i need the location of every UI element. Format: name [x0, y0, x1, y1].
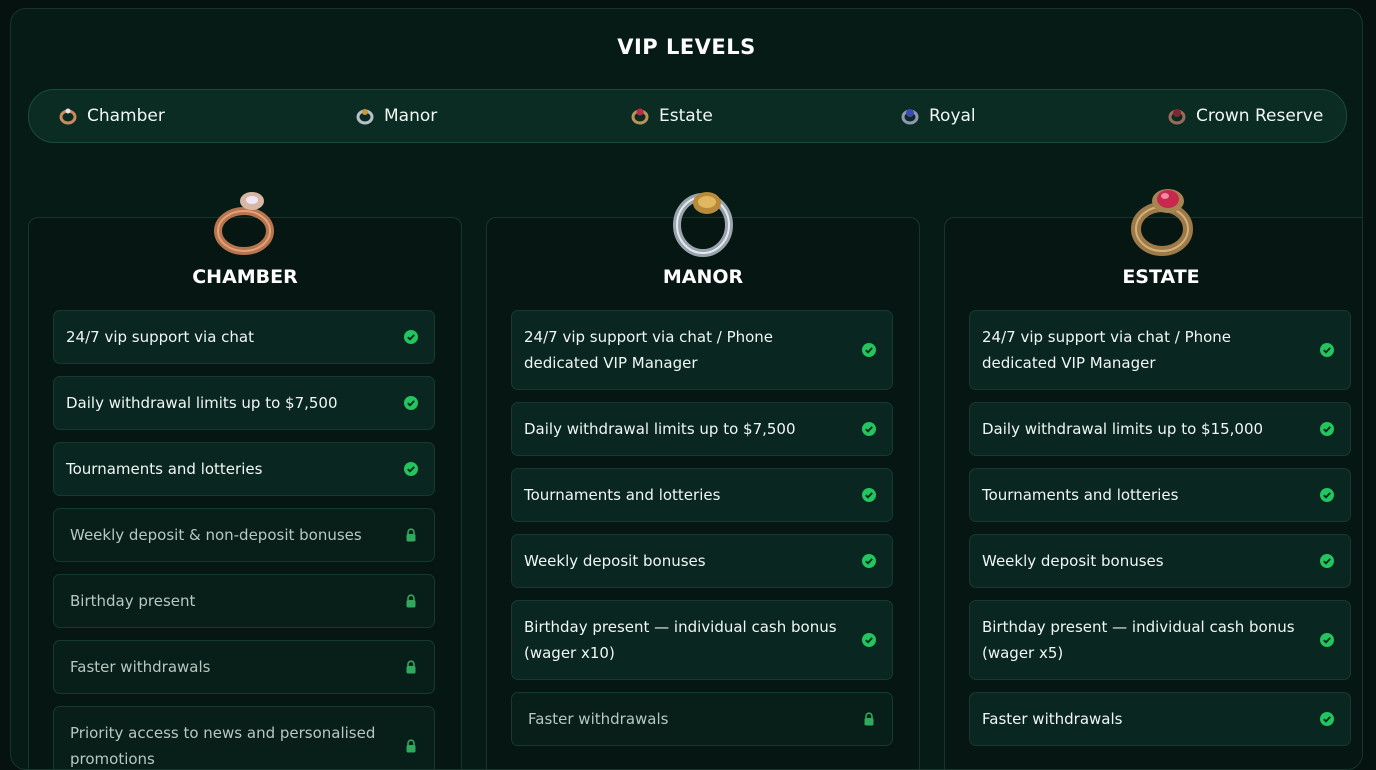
lock-icon	[406, 739, 416, 753]
feature-item: Daily withdrawal limits up to $7,500	[53, 376, 435, 430]
lock-icon	[406, 594, 416, 608]
tab-manor[interactable]: Manor	[356, 90, 437, 142]
feature-item: Birthday present — individual cash bonus…	[969, 600, 1351, 680]
tab-label: Manor	[384, 106, 438, 126]
feature-item: Birthday present	[53, 574, 435, 628]
royal-ring-icon	[901, 109, 919, 125]
feature-text: Tournaments and lotteries	[982, 486, 1179, 504]
tab-label: Royal	[929, 106, 976, 126]
feature-text: Daily withdrawal limits up to $7,500	[524, 420, 796, 438]
feature-item: Tournaments and lotteries	[53, 442, 435, 496]
feature-text: Daily withdrawal limits up to $7,500	[66, 394, 338, 412]
manor-ring-icon	[673, 192, 733, 257]
check-icon	[862, 422, 876, 436]
page-title: VIP LEVELS	[617, 35, 756, 59]
feature-item: Tournaments and lotteries	[969, 468, 1351, 522]
tab-label: Crown Reserve	[1196, 106, 1324, 126]
check-icon	[1320, 712, 1334, 726]
feature-text: 24/7 vip support via chat / Phone dedica…	[524, 328, 774, 372]
check-icon	[862, 554, 876, 568]
feature-item: 24/7 vip support via chat	[53, 310, 435, 364]
feature-text: Tournaments and lotteries	[524, 486, 721, 504]
tab-label: Estate	[659, 106, 713, 126]
feature-text: Birthday present	[70, 592, 196, 610]
feature-item: Weekly deposit bonuses	[511, 534, 893, 588]
feature-text: Birthday present — individual cash bonus…	[524, 618, 837, 662]
feature-item: Weekly deposit bonuses	[969, 534, 1351, 588]
card-title: CHAMBER	[192, 266, 298, 288]
feature-text: Tournaments and lotteries	[66, 460, 263, 478]
check-icon	[862, 633, 876, 647]
feature-text: Weekly deposit & non-deposit bonuses	[70, 526, 362, 544]
feature-item: Faster withdrawals	[53, 640, 435, 694]
feature-item: Tournaments and lotteries	[511, 468, 893, 522]
estate-ring-icon	[631, 108, 649, 125]
feature-text: Priority access to news and personalised…	[70, 724, 376, 768]
feature-text: 24/7 vip support via chat	[66, 328, 254, 346]
tab-label: Chamber	[87, 106, 165, 126]
feature-text: Weekly deposit bonuses	[524, 552, 706, 570]
tab-crown-reserve[interactable]: Crown Reserve	[1168, 90, 1323, 142]
feature-text: Faster withdrawals	[982, 710, 1123, 728]
check-icon	[1320, 422, 1334, 436]
check-icon	[862, 488, 876, 502]
chamber-ring-icon	[214, 192, 274, 255]
vip-card-chamber: CHAMBER 24/7 vip support via chat Daily …	[28, 217, 462, 769]
feature-text: Birthday present — individual cash bonus…	[982, 618, 1295, 662]
card-title: ESTATE	[1122, 266, 1200, 288]
check-icon	[404, 396, 418, 410]
feature-text: Faster withdrawals	[528, 710, 669, 728]
check-icon	[404, 330, 418, 344]
feature-item: Faster withdrawals	[511, 692, 893, 746]
crown-reserve-ring-icon	[1168, 109, 1186, 125]
tab-royal[interactable]: Royal	[901, 90, 976, 142]
vip-card-manor: MANOR 24/7 vip support via chat / Phone …	[486, 217, 920, 769]
manor-ring-icon	[356, 109, 374, 125]
feature-item: Daily withdrawal limits up to $7,500	[511, 402, 893, 456]
feature-item: Birthday present — individual cash bonus…	[511, 600, 893, 680]
check-icon	[404, 462, 418, 476]
check-icon	[1320, 633, 1334, 647]
feature-item: Priority access to news and personalised…	[53, 706, 435, 769]
feature-text: Weekly deposit bonuses	[982, 552, 1164, 570]
feature-text: Faster withdrawals	[70, 658, 211, 676]
feature-item: 24/7 vip support via chat / Phone dedica…	[969, 310, 1351, 390]
lock-icon	[406, 528, 416, 542]
check-icon	[1320, 343, 1334, 357]
feature-item: 24/7 vip support via chat / Phone dedica…	[511, 310, 893, 390]
vip-levels-panel: VIP LEVELS Chamber Manor Estate Royal Cr…	[10, 8, 1363, 770]
estate-ring-icon	[1131, 189, 1193, 256]
card-title: MANOR	[662, 266, 744, 288]
vip-card-estate: ESTATE 24/7 vip support via chat / Phone…	[944, 217, 1362, 769]
feature-item: Weekly deposit & non-deposit bonuses	[53, 508, 435, 562]
lock-icon	[864, 712, 874, 726]
tab-chamber[interactable]: Chamber	[59, 90, 165, 142]
check-icon	[862, 343, 876, 357]
feature-text: Daily withdrawal limits up to $15,000	[982, 420, 1264, 438]
feature-text: 24/7 vip support via chat / Phone dedica…	[982, 328, 1232, 372]
feature-item: Faster withdrawals	[969, 692, 1351, 746]
vip-level-tabs: Chamber Manor Estate Royal Crown Reserve	[28, 89, 1347, 143]
chamber-ring-icon	[59, 108, 77, 125]
feature-item: Daily withdrawal limits up to $15,000	[969, 402, 1351, 456]
check-icon	[1320, 488, 1334, 502]
lock-icon	[406, 660, 416, 674]
check-icon	[1320, 554, 1334, 568]
tab-estate[interactable]: Estate	[631, 90, 713, 142]
